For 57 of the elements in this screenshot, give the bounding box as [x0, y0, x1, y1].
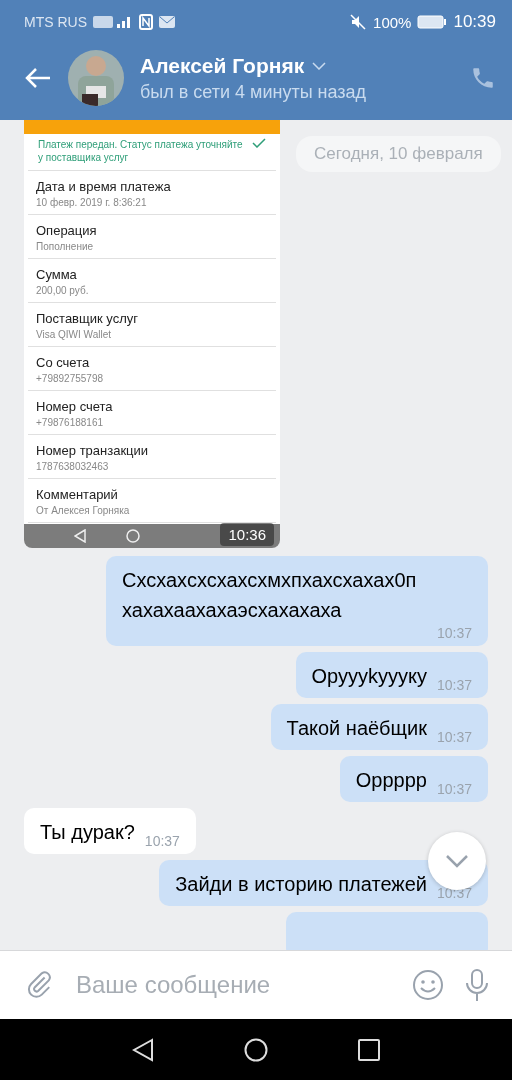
message-text: Зайди в историю платежей	[175, 872, 427, 897]
field-value: 200,00 руб.	[36, 285, 89, 296]
message-text: Такой наёбщик	[286, 716, 427, 741]
field-label: Сумма	[36, 267, 77, 282]
message-time: 10:37	[436, 677, 472, 693]
message-time: 10:37	[144, 833, 180, 849]
signal-icon	[93, 15, 133, 29]
smiley-icon[interactable]	[412, 969, 444, 1001]
message-composer[interactable]: Ваше сообщение	[0, 950, 512, 1019]
chevron-down-icon	[312, 61, 327, 70]
back-triangle-icon	[74, 529, 86, 543]
field-label: Операция	[36, 223, 97, 238]
battery-icon	[417, 15, 448, 29]
field-value: +79876188161	[36, 417, 104, 428]
screenshot-attachment[interactable]	[24, 120, 280, 548]
message-input[interactable]: Ваше сообщение	[74, 970, 392, 1000]
field-label: Поставщик услуг	[36, 311, 138, 326]
message-time: 10:37	[436, 625, 472, 641]
recent-apps-icon[interactable]	[358, 1038, 380, 1061]
clock-time: 10:39	[453, 12, 496, 32]
carrier-name: MTS RUS	[24, 14, 87, 30]
nfc-icon	[139, 14, 153, 30]
mute-icon	[349, 13, 368, 31]
field-label: Комментарий	[36, 487, 118, 502]
checkmark-icon	[252, 138, 266, 148]
message-time: 10:37	[436, 729, 472, 745]
home-circle-icon	[126, 529, 140, 543]
field-label: Со счета	[36, 355, 90, 370]
battery-percent: 100%	[373, 13, 412, 31]
message-text: Схсхахсхсхахсхмхпхахсхахах0п хахахаахахаэсхахахаха	[122, 568, 418, 623]
message-time: 10:37	[436, 781, 472, 797]
payment-status-text: Платеж передан. Статус платежа уточняйте у поставщика услуг	[38, 138, 244, 164]
field-value: От Алексея Горняка	[36, 505, 130, 516]
chevron-down-icon	[445, 854, 469, 868]
field-label: Номер транзакции	[36, 443, 149, 458]
attachment-time: 10:36	[220, 523, 274, 546]
message-time: 10:37	[436, 885, 472, 901]
back-triangle-icon[interactable]	[132, 1037, 154, 1062]
message-text: Оруууkуууку	[311, 664, 427, 689]
mail-icon	[159, 16, 175, 28]
field-value: Visa QIWI Wallet	[36, 329, 111, 340]
date-separator: Сегодня, 10 февраля	[296, 136, 501, 172]
message-text: Ты дурак?	[40, 820, 135, 845]
field-label: Дата и время платежа	[36, 179, 171, 194]
phone-icon[interactable]	[470, 65, 496, 91]
field-label: Номер счета	[36, 399, 113, 414]
last-seen-status: был в сети 4 минуты назад	[140, 81, 368, 103]
field-value: +79892755798	[36, 373, 104, 384]
home-circle-icon[interactable]	[244, 1037, 268, 1062]
contact-name[interactable]: Алексей Горняк	[140, 53, 305, 78]
field-value: Пополнение	[36, 241, 94, 252]
message-text: Орpppp	[355, 768, 427, 793]
field-value: 10 февр. 2019 г. 8:36:21	[36, 197, 147, 208]
field-value: 1787638032463	[36, 461, 109, 472]
back-arrow-icon[interactable]	[24, 66, 52, 90]
microphone-icon[interactable]	[464, 968, 490, 1002]
scroll-down-button[interactable]	[428, 832, 486, 890]
